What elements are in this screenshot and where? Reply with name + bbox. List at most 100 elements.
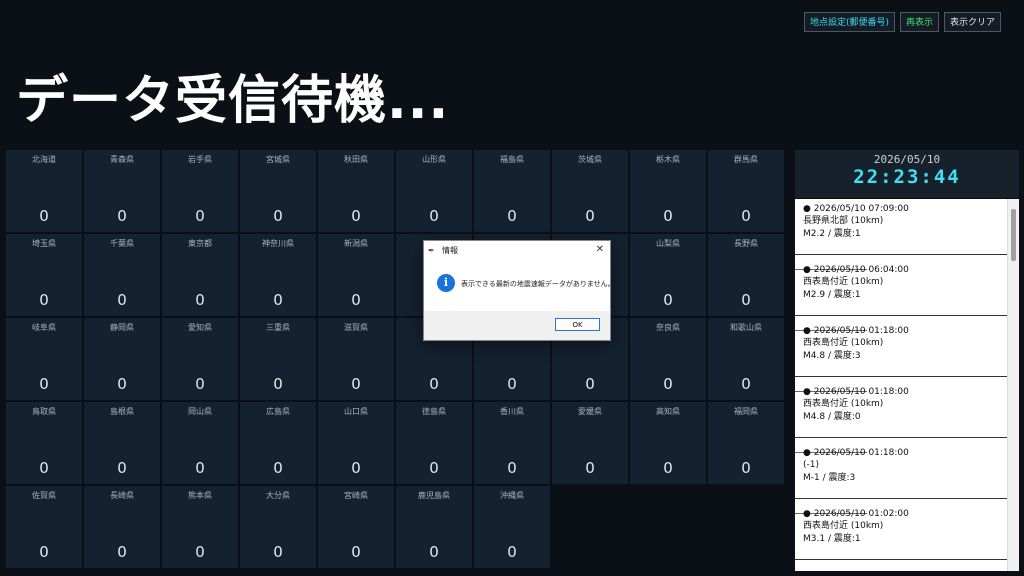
- prefecture-name: 熊本県: [188, 491, 212, 500]
- prefecture-count: 0: [351, 459, 361, 477]
- prefecture-name: 愛知県: [188, 323, 212, 332]
- prefecture-cell: 山形県 0: [396, 150, 472, 232]
- feed-entry: ● 2026/05/10 07:09:00 長野県北部 (10km) M2.2 / …: [795, 199, 1007, 270]
- toolbar: 地点設定(郵便番号) 再表示 表示クリア: [803, 12, 1001, 32]
- prefecture-count: 0: [117, 543, 127, 561]
- info-icon: i: [437, 274, 455, 292]
- prefecture-name: 沖縄県: [500, 491, 524, 500]
- close-icon[interactable]: ✕: [596, 244, 604, 255]
- prefecture-count: 0: [273, 459, 283, 477]
- feed-entry: ● 2026/05/10 06:04:00 西表島付近 (10km) M2.9 / …: [795, 260, 1007, 331]
- prefecture-count: 0: [117, 375, 127, 393]
- prefecture-name: 佐賀県: [32, 491, 56, 500]
- feed-entry-datetime: ● 2026/05/10 01:18:00: [803, 387, 909, 397]
- prefecture-name: 鳥取県: [32, 407, 56, 416]
- feed-divider: [795, 498, 1007, 499]
- dialog-footer: OK: [424, 311, 610, 340]
- earthquake-feed[interactable]: ● 2026/05/10 07:09:00 長野県北部 (10km) M2.2 / …: [795, 199, 1019, 571]
- prefecture-count: 0: [39, 543, 49, 561]
- prefecture-cell: 香川県 0: [474, 402, 550, 484]
- prefecture-count: 0: [429, 543, 439, 561]
- prefecture-name: 滋賀県: [344, 323, 368, 332]
- prefecture-name: 鹿児島県: [418, 491, 450, 500]
- prefecture-cell: 福岡県 0: [708, 402, 784, 484]
- feed-entry-location: 西表島付近 (10km): [803, 277, 884, 288]
- feed-divider: [795, 376, 1007, 377]
- prefecture-count: 0: [39, 459, 49, 477]
- feed-entries: ● 2026/05/10 07:09:00 長野県北部 (10km) M2.2 / …: [795, 199, 1007, 565]
- prefecture-cell: 和歌山県 0: [708, 318, 784, 400]
- ok-button[interactable]: OK: [555, 318, 600, 331]
- status-title: データ受信待機...: [16, 71, 450, 131]
- location-settings-button[interactable]: 地点設定(郵便番号): [803, 12, 895, 32]
- prefecture-count: 0: [741, 291, 751, 309]
- prefecture-count: 0: [507, 459, 517, 477]
- prefecture-cell: 千葉県 0: [84, 234, 160, 316]
- prefecture-cell: 愛媛県 0: [552, 402, 628, 484]
- feed-entry-datetime: ● 2026/05/10 06:04:00: [803, 265, 909, 275]
- prefecture-cell: 青森県 0: [84, 150, 160, 232]
- prefecture-count: 0: [195, 459, 205, 477]
- redisplay-button[interactable]: 再表示: [899, 12, 939, 32]
- feed-entry: ● 2026/05/10 01:18:00 西表島付近 (10km) M4.8 / …: [795, 382, 1007, 453]
- feed-entry-location: (-1): [803, 460, 819, 471]
- prefecture-count: 0: [663, 291, 673, 309]
- prefecture-cell: 宮崎県 0: [318, 486, 394, 568]
- prefecture-count: 0: [663, 459, 673, 477]
- prefecture-count: 0: [429, 459, 439, 477]
- prefecture-name: 埼玉県: [32, 239, 56, 248]
- feed-divider: [795, 315, 1007, 316]
- feed-entry: ● 2026/05/10 01:02:00 西表島付近 (10km) M3.1 / …: [795, 504, 1007, 565]
- prefecture-cell: 東京都 0: [162, 234, 238, 316]
- feed-scrollbar[interactable]: [1007, 199, 1019, 571]
- prefecture-count: 0: [117, 207, 127, 225]
- feed-divider: [795, 437, 1007, 438]
- prefecture-count: 0: [195, 291, 205, 309]
- prefecture-name: 宮崎県: [344, 491, 368, 500]
- prefecture-cell: 高知県 0: [630, 402, 706, 484]
- prefecture-count: 0: [507, 207, 517, 225]
- prefecture-name: 山梨県: [656, 239, 680, 248]
- prefecture-cell: 大分県 0: [240, 486, 316, 568]
- prefecture-count: 0: [429, 207, 439, 225]
- prefecture-name: 徳島県: [422, 407, 446, 416]
- prefecture-cell: 静岡県 0: [84, 318, 160, 400]
- prefecture-cell: 神奈川県 0: [240, 234, 316, 316]
- dialog-titlebar: ✒ 情報 ✕: [424, 241, 610, 260]
- prefecture-name: 新潟県: [344, 239, 368, 248]
- prefecture-cell: 岩手県 0: [162, 150, 238, 232]
- prefecture-cell: 群馬県 0: [708, 150, 784, 232]
- prefecture-count: 0: [351, 291, 361, 309]
- prefecture-cell: 三重県 0: [240, 318, 316, 400]
- prefecture-cell: 奈良県 0: [630, 318, 706, 400]
- prefecture-name: 山形県: [422, 155, 446, 164]
- feed-entry-detail: M2.9 / 震度:1: [803, 289, 861, 300]
- prefecture-count: 0: [351, 543, 361, 561]
- prefecture-cell: 秋田県 0: [318, 150, 394, 232]
- feed-entry-datetime: ● 2026/05/10 07:09:00: [803, 204, 909, 214]
- prefecture-count: 0: [195, 207, 205, 225]
- clock-time: 22:23:44: [853, 166, 961, 188]
- prefecture-name: 広島県: [266, 407, 290, 416]
- prefecture-name: 福岡県: [734, 407, 758, 416]
- prefecture-cell: 愛知県 0: [162, 318, 238, 400]
- prefecture-count: 0: [741, 459, 751, 477]
- prefecture-name: 茨城県: [578, 155, 602, 164]
- prefecture-count: 0: [585, 375, 595, 393]
- prefecture-name: 香川県: [500, 407, 524, 416]
- prefecture-count: 0: [507, 375, 517, 393]
- prefecture-cell: 埼玉県 0: [6, 234, 82, 316]
- prefecture-count: 0: [507, 543, 517, 561]
- feed-entry-location: 長野県北部 (10km): [803, 216, 884, 227]
- prefecture-name: 島根県: [110, 407, 134, 416]
- prefecture-count: 0: [117, 291, 127, 309]
- feed-entry-detail: M2.2 / 震度:1: [803, 228, 861, 239]
- clear-display-button[interactable]: 表示クリア: [943, 12, 1001, 32]
- prefecture-count: 0: [663, 207, 673, 225]
- prefecture-count: 0: [195, 375, 205, 393]
- prefecture-name: 岡山県: [188, 407, 212, 416]
- prefecture-cell: 鹿児島県 0: [396, 486, 472, 568]
- prefecture-name: 奈良県: [656, 323, 680, 332]
- prefecture-count: 0: [741, 375, 751, 393]
- feed-scrollbar-thumb[interactable]: [1011, 209, 1016, 261]
